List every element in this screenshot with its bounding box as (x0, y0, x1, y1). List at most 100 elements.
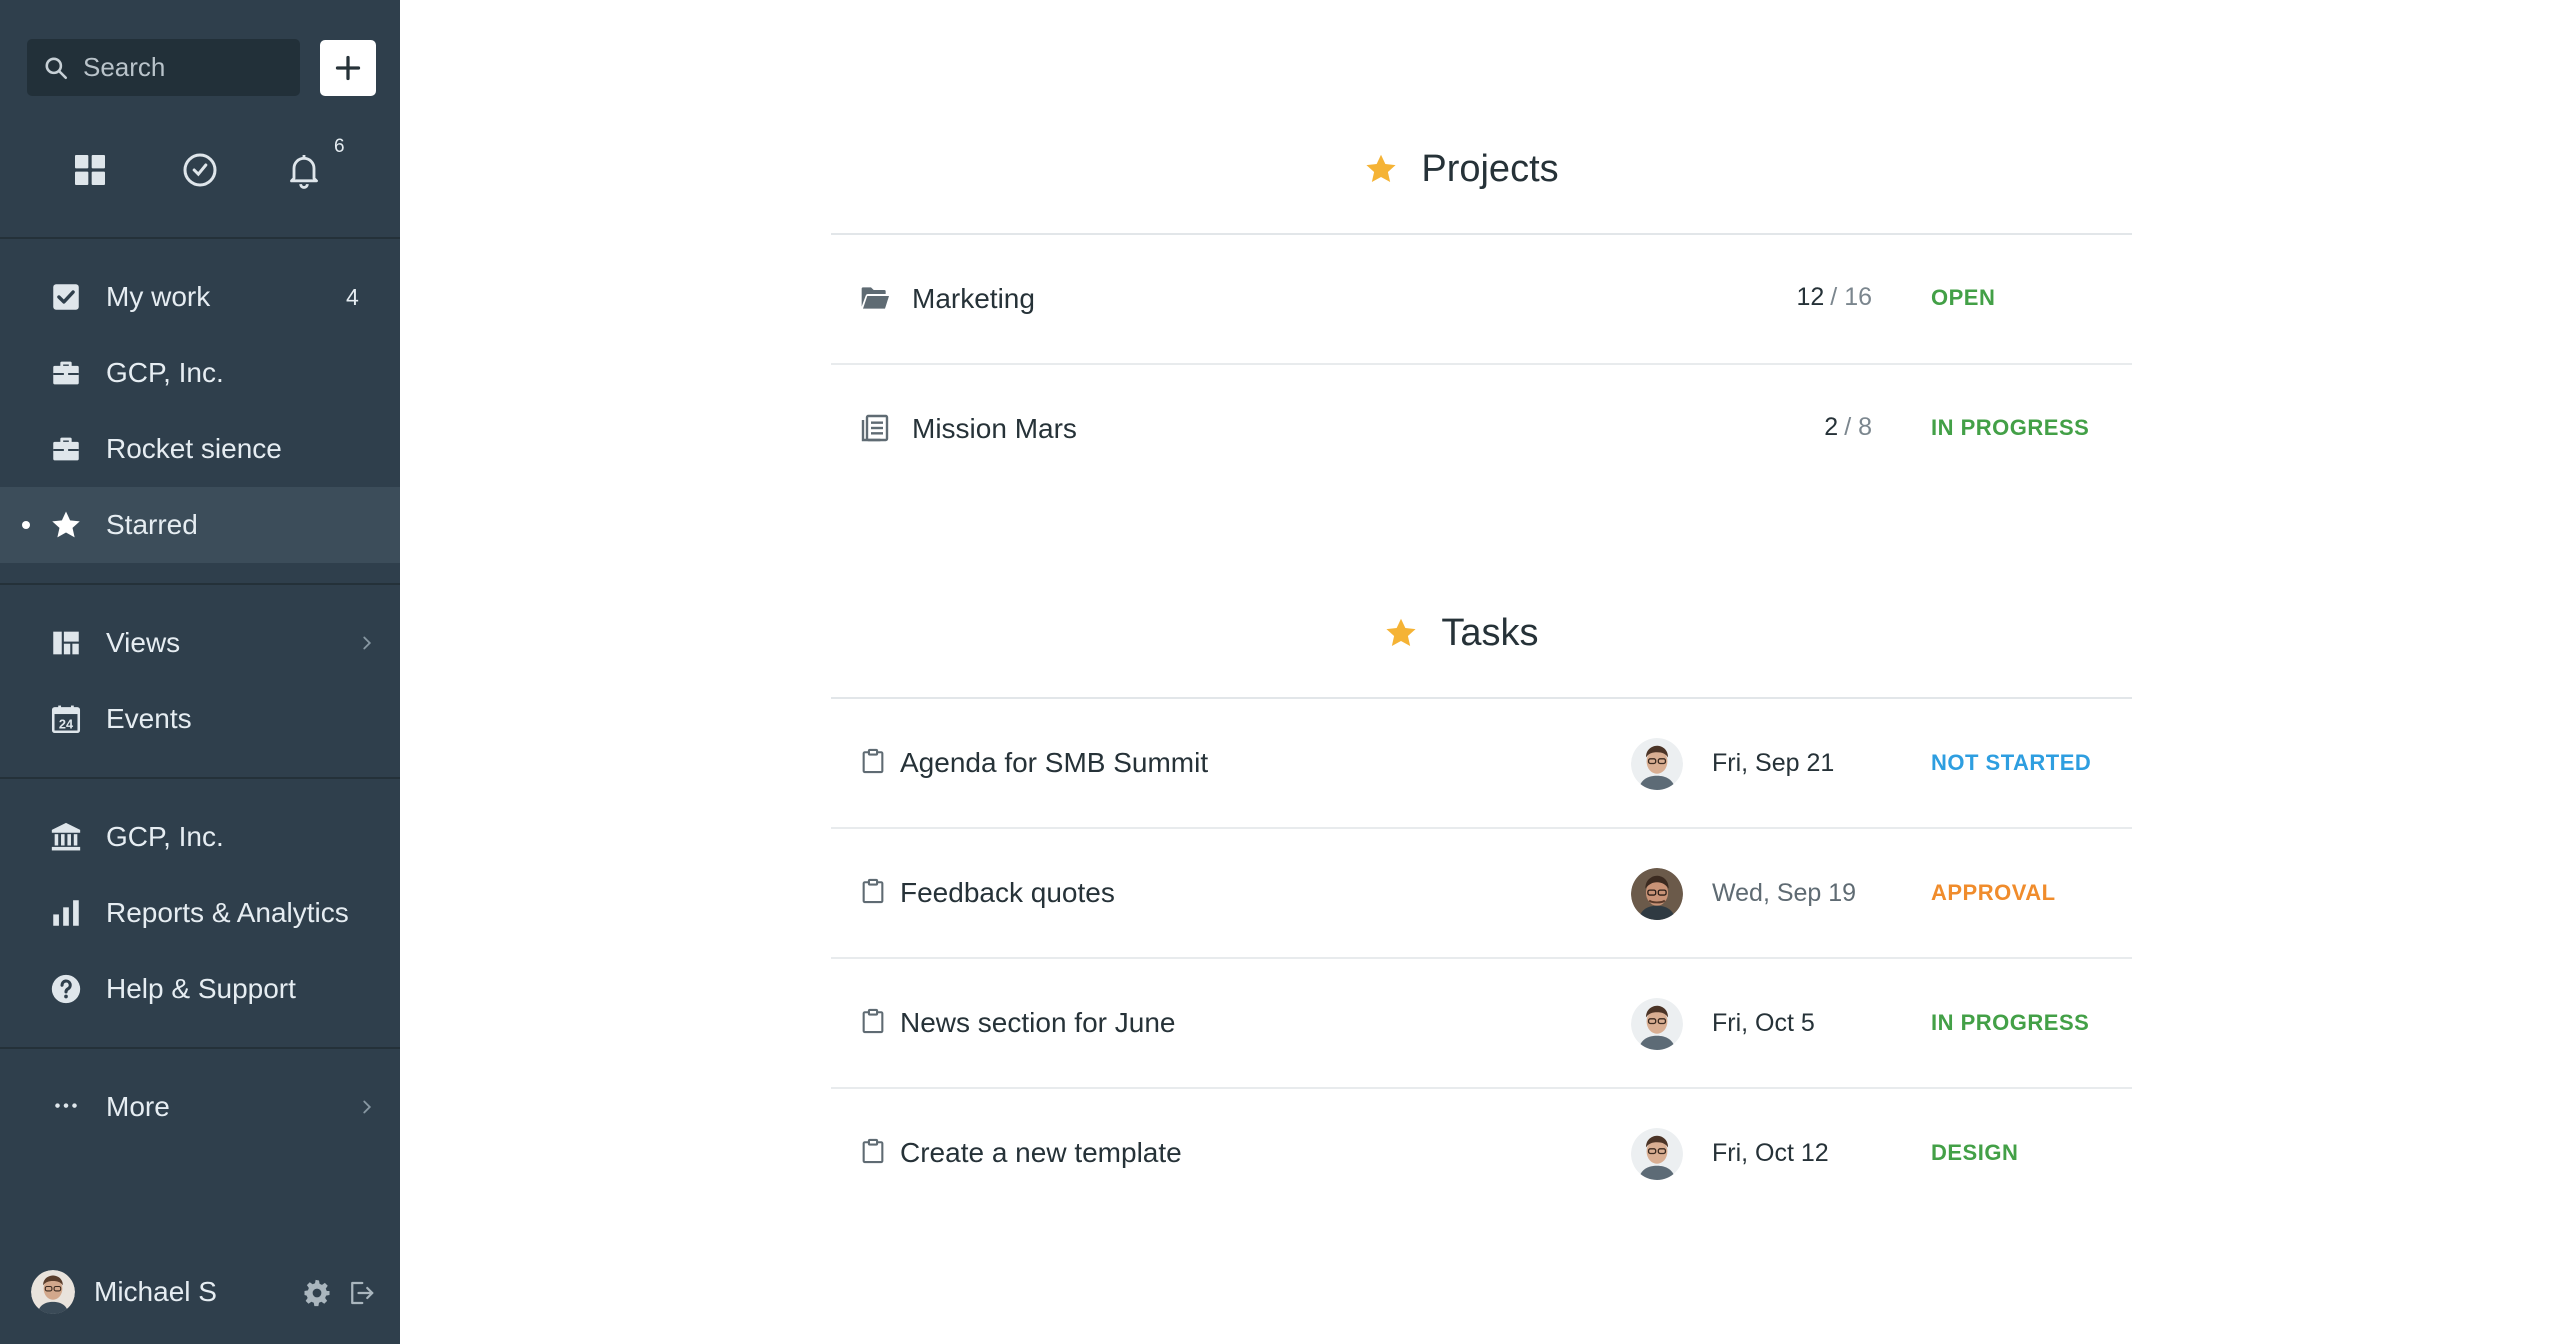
nav-label: Help & Support (106, 973, 296, 1004)
task-count: 12/ 16 (1796, 283, 1872, 312)
folder-open-icon (861, 287, 889, 309)
project-row-marketing[interactable]: Marketing 12/ 16 OPEN (831, 235, 2132, 365)
avatar[interactable] (1631, 998, 1683, 1050)
nav-label: Rocket sience (106, 433, 282, 464)
nav-item-events[interactable]: 24 Events (0, 681, 400, 757)
done-count: 2 (1824, 413, 1839, 441)
nav-label: GCP, Inc. (106, 357, 224, 388)
task-name: News section for June (900, 1007, 1176, 1038)
task-row[interactable]: Create a new template Fri, Oct 12 DESIGN (831, 1089, 2132, 1219)
nav-item-views[interactable]: Views (0, 605, 400, 681)
notification-count: 6 (334, 136, 345, 157)
task-name: Agenda for SMB Summit (900, 747, 1209, 778)
avatar[interactable] (31, 1270, 75, 1314)
main-content: Projects Marketing 12/ 16 OPEN Mission M… (400, 0, 2560, 1344)
task-row[interactable]: Agenda for SMB Summit Fri, Sep 21 NOT ST… (831, 699, 2132, 829)
nav-label: GCP, Inc. (106, 821, 224, 852)
divider (0, 237, 400, 239)
views-icon (48, 625, 84, 661)
ellipsis-icon (48, 1089, 84, 1125)
project-row-mission-mars[interactable]: Mission Mars 2/ 8 IN PROGRESS (831, 365, 2132, 495)
due-date: Fri, Sep 21 (1712, 749, 1835, 777)
bank-icon (48, 819, 84, 855)
clipboard-icon (862, 1138, 884, 1164)
nav-item-my-work[interactable]: My work 4 (0, 259, 400, 335)
nav-item-gcp-inc-account[interactable]: GCP, Inc. (0, 799, 400, 875)
logout-icon[interactable] (346, 1278, 376, 1308)
user-name: Michael S (94, 1276, 217, 1307)
bell-icon (290, 155, 318, 189)
nav-item-more[interactable]: More (0, 1069, 400, 1145)
status-badge: NOT STARTED (1931, 750, 2092, 775)
nav-label: More (106, 1091, 170, 1122)
due-date: Wed, Sep 19 (1712, 879, 1857, 907)
divider (0, 777, 400, 779)
search-row (27, 39, 376, 96)
nav-item-reports-analytics[interactable]: Reports & Analytics (0, 875, 400, 951)
sidebar: 6 My work 4 GCP, Inc. Rocket sience Star… (0, 0, 400, 1344)
task-name: Feedback quotes (900, 877, 1115, 908)
dashboard-icon (75, 155, 105, 185)
nav-item-starred[interactable]: Starred (0, 487, 400, 563)
avatar[interactable] (1631, 738, 1683, 790)
nav-label: Reports & Analytics (106, 897, 349, 928)
checkbox-icon (48, 279, 84, 315)
star-icon (1386, 618, 1416, 647)
tasks-heading: Tasks (400, 606, 2560, 660)
projects-heading: Projects (400, 142, 2560, 196)
nav-label: My work (106, 281, 211, 312)
section-title: Projects (1421, 147, 1559, 190)
status-badge: IN PROGRESS (1931, 1010, 2090, 1035)
bar-chart-icon (48, 895, 84, 931)
nav-label: Views (106, 627, 181, 658)
clipboard-icon (862, 748, 884, 774)
star-icon (48, 507, 84, 543)
project-name: Mission Mars (912, 413, 1077, 444)
search-icon (45, 56, 68, 79)
plus-icon (335, 55, 361, 80)
calendar-day: 24 (59, 716, 74, 731)
clipboard-icon (862, 878, 884, 904)
nav-item-gcp-inc[interactable]: GCP, Inc. (0, 335, 400, 411)
nav-item-rocket-sience[interactable]: Rocket sience (0, 411, 400, 487)
section-title: Tasks (1441, 611, 1539, 654)
task-name: Create a new template (900, 1137, 1182, 1168)
done-count: 12 (1796, 283, 1825, 311)
status-badge: APPROVAL (1931, 880, 2056, 905)
clock-icon (183, 153, 217, 187)
add-button[interactable] (320, 39, 376, 96)
nav-item-help-support[interactable]: Help & Support (0, 951, 400, 1027)
divider (0, 583, 400, 585)
due-date: Fri, Oct 5 (1712, 1009, 1815, 1037)
avatar[interactable] (1631, 868, 1683, 920)
status-badge: IN PROGRESS (1931, 415, 2090, 440)
task-row[interactable]: Feedback quotes Wed, Sep 19 APPROVAL (831, 829, 2132, 959)
notifications-button[interactable] (274, 140, 334, 200)
search-box[interactable] (27, 39, 300, 96)
project-icon (861, 414, 889, 442)
task-row[interactable]: News section for June Fri, Oct 5 IN PROG… (831, 959, 2132, 1089)
timesheet-button[interactable] (170, 140, 230, 200)
user-profile: Michael S (0, 1262, 400, 1322)
active-indicator (22, 521, 30, 529)
nav-label: Starred (106, 509, 198, 540)
status-badge: DESIGN (1931, 1140, 2019, 1165)
briefcase-icon (48, 355, 84, 391)
gear-icon[interactable] (302, 1278, 332, 1308)
project-name: Marketing (912, 283, 1035, 314)
chevron-right-icon (363, 1100, 372, 1114)
clipboard-icon (862, 1008, 884, 1034)
nav-label: Events (106, 703, 192, 734)
total-count: / 8 (1844, 413, 1872, 441)
chevron-right-icon (363, 636, 372, 650)
nav-count-badge: 4 (346, 283, 359, 310)
briefcase-icon (48, 431, 84, 467)
dashboard-button[interactable] (60, 140, 120, 200)
calendar-icon: 24 (48, 701, 84, 737)
avatar[interactable] (1631, 1128, 1683, 1180)
total-count: / 16 (1830, 283, 1872, 311)
divider (0, 1047, 400, 1049)
due-date: Fri, Oct 12 (1712, 1139, 1829, 1167)
help-icon (48, 971, 84, 1007)
search-input[interactable] (83, 52, 283, 83)
